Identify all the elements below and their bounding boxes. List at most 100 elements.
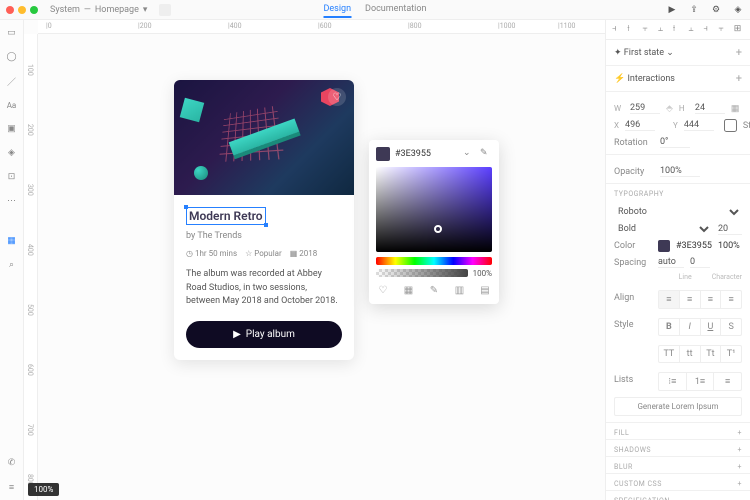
- album-artist: by The Trends: [186, 231, 342, 241]
- opacity-label: Opacity: [614, 167, 654, 177]
- comment-icon[interactable]: ✆: [5, 456, 19, 470]
- align-left-icon[interactable]: ⫞: [612, 24, 622, 35]
- tab-documentation[interactable]: Documentation: [365, 2, 426, 18]
- album-card[interactable]: ♡ Modern Retro by The Trends ◷1hr 50 min…: [174, 80, 354, 360]
- font-weight-select[interactable]: Bold: [614, 223, 712, 235]
- text-align-right[interactable]: ≡: [701, 291, 722, 308]
- select-tool-icon[interactable]: ▭: [5, 26, 19, 40]
- add-fill-icon[interactable]: +: [738, 429, 742, 437]
- minimize-window[interactable]: [18, 6, 26, 14]
- color-swatch[interactable]: [376, 147, 390, 161]
- align-top-icon[interactable]: ⫠: [658, 24, 668, 35]
- spacing-mode-input[interactable]: [658, 257, 684, 268]
- add-interaction-icon[interactable]: +: [736, 72, 742, 85]
- italic-button[interactable]: I: [680, 319, 701, 335]
- bold-button[interactable]: B: [659, 319, 680, 335]
- component-tool-icon[interactable]: ◈: [5, 146, 19, 160]
- interactions-section[interactable]: ⚡ Interactions+: [614, 72, 742, 85]
- text-align-justify[interactable]: ≡: [721, 291, 741, 308]
- play-album-button[interactable]: ▶Play album: [186, 321, 342, 348]
- align-bottom-icon[interactable]: ⫠: [688, 24, 698, 35]
- dropdown-icon[interactable]: ⌄: [463, 148, 475, 160]
- distribute-v-icon[interactable]: ⫟: [719, 24, 729, 35]
- favorite-icon[interactable]: ♡: [328, 88, 346, 106]
- text-color-hex[interactable]: #3E3955: [676, 241, 712, 251]
- number-list-button[interactable]: 1≡: [687, 373, 715, 390]
- eyedropper-icon[interactable]: ✎: [480, 148, 492, 160]
- page-add-icon[interactable]: [159, 4, 171, 16]
- blur-section[interactable]: BLUR: [614, 463, 633, 471]
- text-tool-icon[interactable]: Aa: [5, 98, 19, 112]
- no-list-button[interactable]: ≡: [714, 373, 741, 390]
- align-right-icon[interactable]: ⫟: [642, 24, 652, 35]
- album-title[interactable]: Modern Retro: [186, 207, 266, 225]
- settings-icon[interactable]: ⚙: [710, 4, 722, 16]
- picker-mode1-icon[interactable]: ▥: [453, 283, 467, 297]
- text-color-alpha[interactable]: 100%: [718, 241, 740, 251]
- component-icon[interactable]: ◈: [732, 4, 744, 16]
- picker-eyedrop-icon[interactable]: ✎: [427, 283, 441, 297]
- text-align-left[interactable]: ≡: [659, 291, 680, 308]
- alpha-value[interactable]: 100%: [473, 269, 492, 278]
- height-input[interactable]: [695, 103, 725, 114]
- x-input[interactable]: [625, 120, 655, 131]
- lock-icon[interactable]: ⬘: [666, 104, 673, 114]
- share-icon[interactable]: ⇪: [688, 4, 700, 16]
- font-family-select[interactable]: Roboto: [614, 206, 742, 218]
- topbar: System—Homepage▾ Design Documentation ▶ …: [0, 0, 750, 20]
- frame-tool-icon[interactable]: ⊡: [5, 170, 19, 184]
- opacity-input[interactable]: [660, 166, 700, 177]
- text-align-center[interactable]: ≡: [680, 291, 701, 308]
- saturation-field[interactable]: [376, 167, 492, 252]
- spacing-value-input[interactable]: [690, 257, 710, 268]
- line-tool-icon[interactable]: ／: [5, 74, 19, 88]
- text-color-swatch[interactable]: [658, 240, 670, 252]
- alpha-slider[interactable]: [376, 269, 468, 277]
- generate-lorem-button[interactable]: Generate Lorem Ipsum: [614, 397, 742, 416]
- align-middle-icon[interactable]: ⟊: [673, 24, 683, 35]
- css-section[interactable]: CUSTOM CSS: [614, 480, 662, 488]
- align-center-icon[interactable]: ⟊: [627, 24, 637, 35]
- distribute-h-icon[interactable]: ⫞: [703, 24, 713, 35]
- strike-button[interactable]: S: [721, 319, 741, 335]
- state-selector[interactable]: ✦ First state ⌄+: [614, 46, 742, 59]
- smallcaps-button[interactable]: T¹: [721, 346, 741, 362]
- shadows-section[interactable]: SHADOWS: [614, 446, 651, 454]
- add-css-icon[interactable]: +: [738, 480, 742, 488]
- hue-slider[interactable]: [376, 257, 492, 265]
- image-tool-icon[interactable]: ▣: [5, 122, 19, 136]
- canvas[interactable]: |0|200|400|600|800|1000|1100 10020030040…: [24, 20, 605, 500]
- rotation-input[interactable]: [660, 137, 690, 148]
- uppercase-button[interactable]: TT: [659, 346, 680, 362]
- breadcrumb[interactable]: System—Homepage▾: [48, 5, 149, 15]
- close-window[interactable]: [6, 6, 14, 14]
- picker-mode2-icon[interactable]: ▤: [478, 283, 492, 297]
- add-blur-icon[interactable]: +: [738, 463, 742, 471]
- maximize-window[interactable]: [30, 6, 38, 14]
- y-input[interactable]: [684, 120, 714, 131]
- add-state-icon[interactable]: +: [736, 46, 742, 59]
- tab-design[interactable]: Design: [324, 2, 352, 18]
- lowercase-button[interactable]: tt: [680, 346, 701, 362]
- search-icon[interactable]: ⌕: [5, 258, 19, 272]
- sticky-checkbox[interactable]: [724, 119, 737, 132]
- history-icon[interactable]: ≡: [5, 480, 19, 494]
- play-icon[interactable]: ▶: [666, 4, 678, 16]
- fill-section[interactable]: FILL: [614, 429, 629, 437]
- add-shadow-icon[interactable]: +: [738, 446, 742, 454]
- hex-value[interactable]: #3E3955: [395, 149, 458, 159]
- bullet-list-button[interactable]: ⁝≡: [659, 373, 687, 390]
- more-tool-icon[interactable]: ⋯: [5, 194, 19, 208]
- panel-add-icon[interactable]: ⊞: [734, 24, 744, 35]
- picker-favorite-icon[interactable]: ♡: [376, 283, 390, 297]
- layers-icon[interactable]: ▦: [5, 234, 19, 248]
- underline-button[interactable]: U: [701, 319, 722, 335]
- zoom-level[interactable]: 100%: [28, 483, 59, 496]
- ellipse-tool-icon[interactable]: ◯: [5, 50, 19, 64]
- color-picker[interactable]: #3E3955 ⌄ ✎ 100% ♡ ▦ ✎ ▥ ▤: [369, 140, 499, 304]
- font-size-input[interactable]: [718, 224, 742, 235]
- capitalize-button[interactable]: Tt: [701, 346, 722, 362]
- picker-grid-icon[interactable]: ▦: [402, 283, 416, 297]
- constraints-icon[interactable]: ▦: [731, 104, 740, 114]
- width-input[interactable]: [630, 103, 660, 114]
